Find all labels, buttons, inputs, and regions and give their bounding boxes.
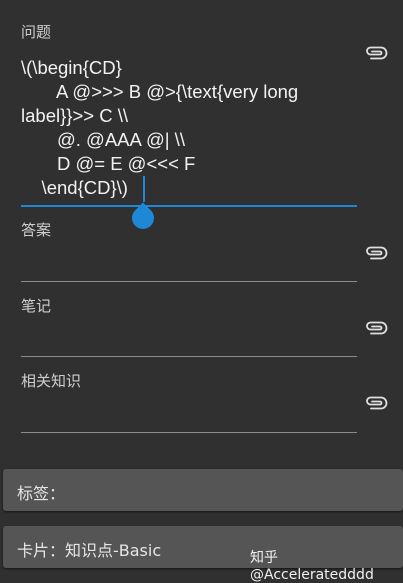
question-underline — [21, 205, 357, 207]
answer-underline — [21, 281, 357, 282]
card-type-label: 卡片：知识点-Basic — [17, 541, 162, 560]
paperclip-icon[interactable] — [364, 246, 388, 260]
text-cursor — [143, 176, 145, 202]
field-label-answer: 答案 — [21, 221, 52, 239]
field-label-related: 相关知识 — [21, 372, 82, 390]
paperclip-icon[interactable] — [364, 46, 388, 60]
field-label-notes: 笔记 — [21, 297, 52, 315]
notes-underline — [21, 356, 357, 357]
related-underline — [21, 432, 357, 433]
cursor-handle[interactable] — [127, 202, 159, 234]
field-label-question: 问题 — [21, 23, 52, 41]
question-editor[interactable]: \(\begin{CD} A @>>> B @>{\text{very long… — [21, 56, 341, 200]
watermark: 知乎 @Acceleratedddd — [250, 550, 374, 583]
tags-button[interactable]: 标签： — [3, 469, 403, 511]
paperclip-icon[interactable] — [364, 321, 388, 335]
tags-label: 标签： — [17, 484, 66, 503]
paperclip-icon[interactable] — [364, 396, 388, 410]
